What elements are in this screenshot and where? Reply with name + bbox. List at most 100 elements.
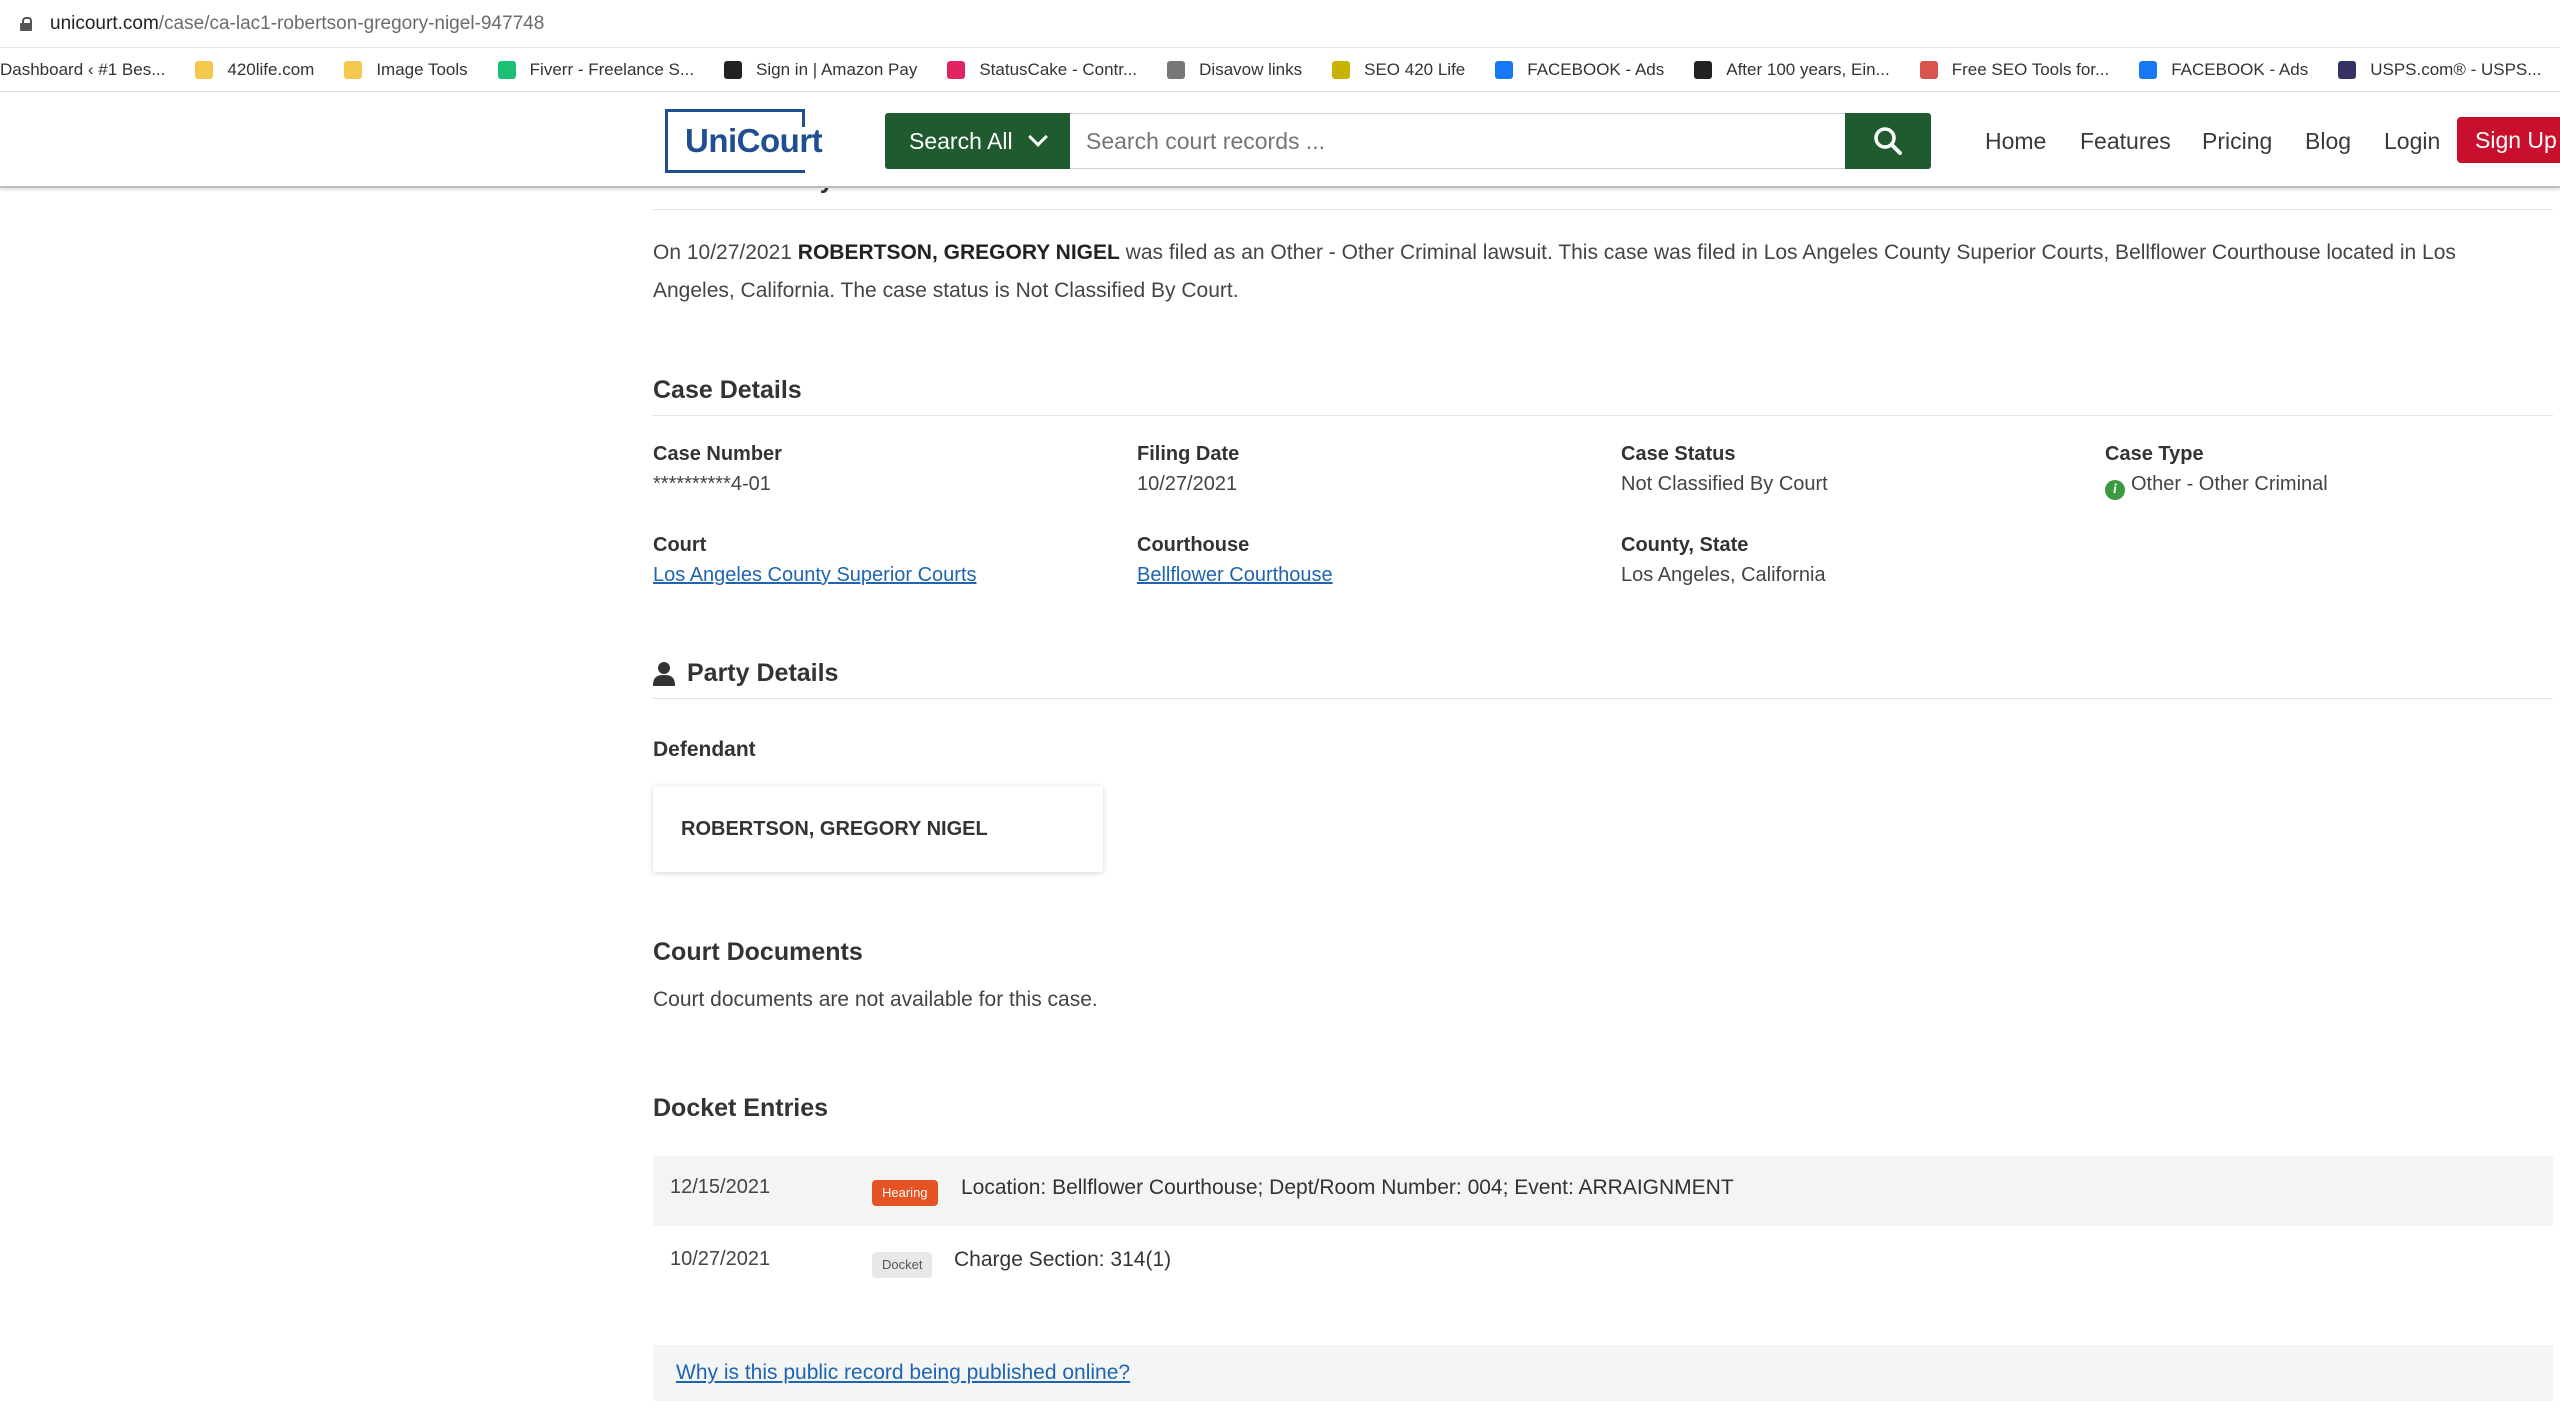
search-input[interactable] [1070, 113, 1845, 169]
nav-login[interactable]: Login [2384, 113, 2440, 169]
county-state-label: County, State [1621, 534, 1749, 556]
bookmark-item[interactable]: Free SEO Tools for... [1919, 59, 2110, 80]
unicourt-logo[interactable]: Uni Court [665, 109, 823, 173]
bookmark-favicon-icon [1694, 60, 1713, 79]
docket-row: 10/27/2021 Docket Charge Section: 314(1) [653, 1228, 2553, 1298]
defendant-label: Defendant [653, 738, 756, 761]
search-all-dropdown[interactable]: Search All [885, 113, 1070, 169]
case-status-value: Not Classified By Court [1621, 473, 1828, 495]
case-type-text: Other - Other Criminal [2131, 473, 2328, 495]
divider [653, 209, 2553, 210]
courthouse-link[interactable]: Bellflower Courthouse [1137, 564, 1333, 587]
case-summary-text: On 10/27/2021 ROBERTSON, GREGORY NIGEL w… [653, 234, 2533, 310]
address-bar[interactable]: unicourt.com/case/ca-lac1-robertson-greg… [0, 0, 2560, 48]
bookmark-favicon-icon [1332, 60, 1351, 79]
bookmark-item[interactable]: USPS.com® - USPS... [2338, 60, 2541, 80]
bookmark-item[interactable]: Image Tools [344, 59, 468, 80]
bookmark-item[interactable]: Dashboard ‹ #1 Bes... [0, 60, 165, 80]
divider [653, 415, 2553, 416]
bookmark-favicon-icon [947, 60, 966, 79]
bookmark-label: USPS.com® - USPS... [2370, 59, 2542, 79]
case-number-label: Case Number [653, 443, 782, 465]
summary-name: ROBERTSON, GREGORY NIGEL [797, 241, 1120, 264]
docket-badge: Docket [872, 1252, 933, 1278]
url-path: /case/ca-lac1-robertson-gregory-nigel-94… [158, 12, 545, 34]
party-card[interactable]: ROBERTSON, GREGORY NIGEL [653, 786, 1103, 872]
hearing-badge: Hearing [872, 1180, 938, 1206]
docket-entries-heading: Docket Entries [653, 1094, 829, 1122]
bookmark-favicon-icon [2139, 60, 2158, 79]
bookmark-item[interactable]: StatusCake - Contr... [947, 60, 1137, 80]
bookmark-label: Free SEO Tools for... [1951, 59, 2110, 79]
lock-icon [20, 16, 32, 31]
url-host: unicourt.com [50, 12, 159, 34]
bookmark-item[interactable]: SEO 420 Life [1332, 60, 1465, 80]
bookmark-label: SEO 420 Life [1364, 59, 1466, 79]
docket-description: Location: Bellflower Courthouse; Dept/Ro… [961, 1176, 1734, 1199]
court-label: Court [653, 534, 707, 556]
case-number-value: **********4-01 [653, 473, 771, 495]
bookmark-favicon-icon [195, 60, 214, 79]
courthouse-label: Courthouse [1137, 534, 1250, 556]
bookmark-item[interactable]: 420life.com [195, 60, 314, 80]
bookmark-label: FACEBOOK - Ads [1527, 59, 1665, 79]
bookmark-label: Image Tools [376, 59, 468, 79]
bookmarks-bar: Dashboard ‹ #1 Bes... 420life.com Image To… [0, 48, 2560, 92]
bookmark-item[interactable]: Fiverr - Freelance S... [497, 59, 695, 80]
docket-date: 10/27/2021 [670, 1248, 771, 1270]
case-type-label: Case Type [2105, 443, 2204, 465]
nav-pricing[interactable]: Pricing [2202, 113, 2272, 169]
court-documents-heading: Court Documents [653, 938, 863, 966]
info-icon[interactable]: i [2105, 480, 2125, 500]
bookmark-label: Fiverr - Freelance S... [529, 59, 695, 79]
bookmark-favicon-icon [497, 60, 516, 79]
bookmark-item[interactable]: FACEBOOK - Ads [1495, 60, 1664, 80]
bookmark-item[interactable]: FACEBOOK - Ads [2139, 60, 2308, 80]
summary-prefix: On 10/27/2021 [653, 241, 798, 264]
party-name: ROBERTSON, GREGORY NIGEL [681, 817, 988, 840]
divider [653, 698, 2553, 699]
case-type-value: i Other - Other Criminal [2105, 473, 2328, 500]
bookmark-label: StatusCake - Contr... [979, 59, 1138, 79]
court-documents-message: Court documents are not available for th… [653, 988, 1098, 1011]
case-details-heading: Case Details [653, 376, 802, 404]
nav-blog[interactable]: Blog [2305, 113, 2351, 169]
bookmark-favicon-icon [1919, 60, 1938, 79]
court-link[interactable]: Los Angeles County Superior Courts [653, 564, 977, 587]
filing-date-label: Filing Date [1137, 443, 1240, 465]
why-published-box: Why is this public record being publishe… [653, 1345, 2553, 1401]
bookmark-favicon-icon [2338, 60, 2357, 79]
bookmark-favicon-icon [344, 60, 363, 79]
nav-home[interactable]: Home [1985, 113, 2046, 169]
bookmark-label: Dashboard ‹ #1 Bes... [0, 59, 166, 79]
sign-up-button[interactable]: Sign Up [2457, 117, 2560, 163]
bookmark-label: 420life.com [227, 59, 315, 79]
bookmark-favicon-icon [1167, 60, 1186, 79]
bookmark-item[interactable]: After 100 years, Ein... [1694, 60, 1890, 80]
bookmark-item[interactable]: Sign in | Amazon Pay [724, 60, 917, 80]
search-button[interactable] [1845, 113, 1931, 169]
bookmark-label: FACEBOOK - Ads [2171, 59, 2309, 79]
bookmark-favicon-icon [1495, 60, 1514, 79]
logo-court: Court [736, 122, 823, 159]
party-details-title: Party Details [687, 659, 839, 687]
bookmark-item[interactable]: Disavow links [1167, 60, 1302, 80]
bookmark-label: Disavow links [1199, 59, 1303, 79]
party-details-heading: Party Details [653, 659, 838, 688]
bookmark-favicon-icon [724, 60, 743, 79]
case-status-label: Case Status [1621, 443, 1736, 465]
docket-description: Charge Section: 314(1) [954, 1248, 1172, 1271]
logo-uni: Uni [685, 122, 737, 159]
county-state-value: Los Angeles, California [1621, 564, 1826, 586]
person-icon [653, 661, 675, 686]
site-header: UniCourt Search All Home Features Pricin… [0, 93, 2560, 188]
filing-date-value: 10/27/2021 [1137, 473, 1238, 495]
chevron-down-icon [1027, 127, 1048, 147]
search-all-label: Search All [909, 127, 1013, 154]
bookmark-label: Sign in | Amazon Pay [756, 59, 918, 79]
search-icon [1874, 127, 1902, 155]
docket-date: 12/15/2021 [670, 1176, 771, 1198]
nav-features[interactable]: Features [2080, 113, 2171, 169]
why-published-link[interactable]: Why is this public record being publishe… [676, 1361, 1130, 1385]
docket-row: 12/15/2021 Hearing Location: Bellflower … [653, 1156, 2553, 1226]
